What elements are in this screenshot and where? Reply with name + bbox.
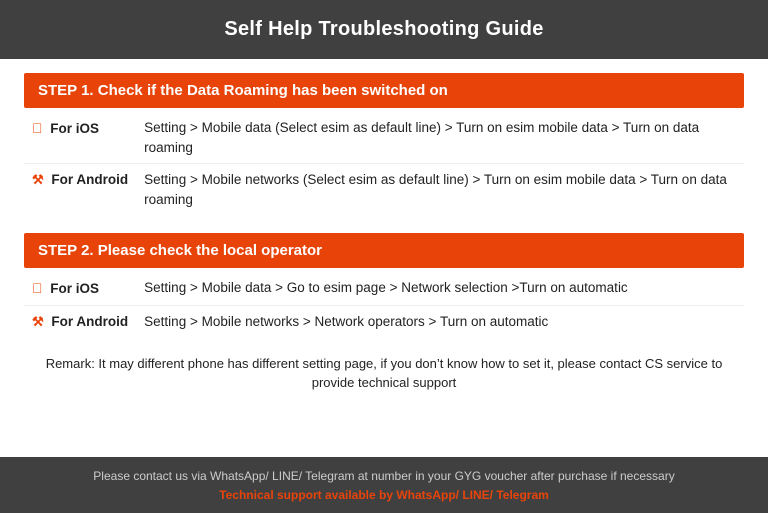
step2-header: STEP 2. Please check the local operator <box>24 233 744 268</box>
page-header: Self Help Troubleshooting Guide <box>0 0 768 59</box>
apple-icon:  <box>32 118 43 138</box>
apple-icon:  <box>32 278 43 298</box>
step1-android-label: ⚒ For Android <box>24 164 136 216</box>
step2-heading: STEP 2. Please check the local operator <box>38 242 322 259</box>
table-row:  For iOS Setting > Mobile data > Go to … <box>24 272 744 305</box>
table-row:  For iOS Setting > Mobile data (Select … <box>24 112 744 164</box>
step1-ios-label:  For iOS <box>24 112 136 164</box>
table-row: ⚒ For Android Setting > Mobile networks … <box>24 305 744 337</box>
step2-android-instruction: Setting > Mobile networks > Network oper… <box>136 305 744 337</box>
android-icon: ⚒ <box>32 171 44 190</box>
footer: Please contact us via WhatsApp/ LINE/ Te… <box>0 457 768 513</box>
step2-section: STEP 2. Please check the local operator … <box>24 219 744 337</box>
step1-section: STEP 1. Check if the Data Roaming has be… <box>24 59 744 215</box>
main-content: STEP 1. Check if the Data Roaming has be… <box>0 59 768 457</box>
step2-table:  For iOS Setting > Mobile data > Go to … <box>24 272 744 337</box>
step1-android-instruction: Setting > Mobile networks (Select esim a… <box>136 164 744 216</box>
step2-ios-instruction: Setting > Mobile data > Go to esim page … <box>136 272 744 305</box>
footer-line2: Technical support available by WhatsApp/… <box>20 486 748 505</box>
step1-table:  For iOS Setting > Mobile data (Select … <box>24 112 744 215</box>
step1-ios-instruction: Setting > Mobile data (Select esim as de… <box>136 112 744 164</box>
page-title: Self Help Troubleshooting Guide <box>224 18 543 40</box>
step2-ios-label:  For iOS <box>24 272 136 305</box>
footer-line1: Please contact us via WhatsApp/ LINE/ Te… <box>20 467 748 486</box>
remark-text: Remark: It may different phone has diffe… <box>46 356 723 391</box>
android-icon: ⚒ <box>32 313 44 332</box>
table-row: ⚒ For Android Setting > Mobile networks … <box>24 164 744 216</box>
step1-header: STEP 1. Check if the Data Roaming has be… <box>24 73 744 108</box>
remark-section: Remark: It may different phone has diffe… <box>24 354 744 393</box>
step1-heading: STEP 1. Check if the Data Roaming has be… <box>38 82 448 99</box>
step2-android-label: ⚒ For Android <box>24 305 136 337</box>
